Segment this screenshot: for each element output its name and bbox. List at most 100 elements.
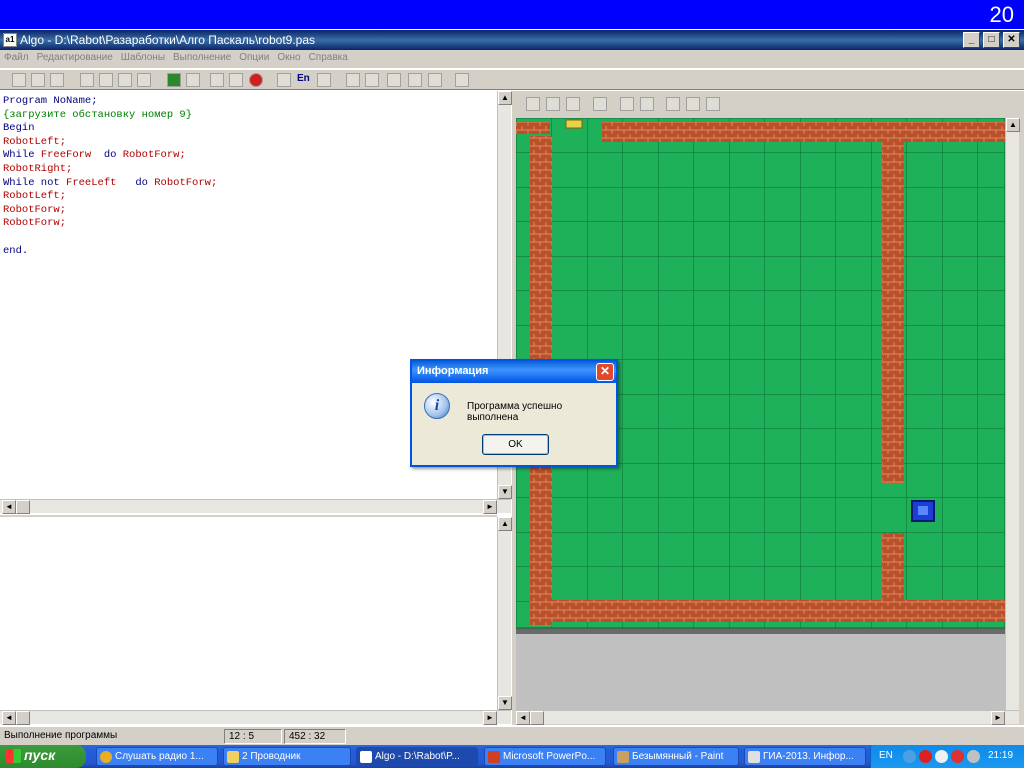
scroll-right-icon[interactable]: ► <box>991 711 1005 725</box>
field-new-icon[interactable] <box>526 97 540 111</box>
menu-help[interactable]: Справка <box>305 50 352 65</box>
arrow-right-icon[interactable] <box>706 97 720 111</box>
scroll-left-icon[interactable]: ◄ <box>516 711 530 725</box>
save-file-icon[interactable] <box>50 73 64 87</box>
taskbar-item[interactable]: Безымянный - Paint <box>613 747 739 766</box>
step-over-icon[interactable] <box>210 73 224 87</box>
paste-icon[interactable] <box>118 73 132 87</box>
language-toggle[interactable]: En <box>297 73 310 84</box>
code-line: RobotLeft; <box>3 190 67 203</box>
grid-icon[interactable] <box>317 73 331 87</box>
open-file-icon[interactable] <box>31 73 45 87</box>
status-text: Выполнение программы <box>4 730 118 741</box>
start-button[interactable]: пуск <box>0 745 86 768</box>
menu-run[interactable]: Выполнение <box>169 50 235 65</box>
field-icon[interactable] <box>277 73 291 87</box>
copy-icon[interactable] <box>99 73 113 87</box>
arrow-left-icon[interactable] <box>686 97 700 111</box>
app-icon[interactable]: a1 <box>3 33 17 47</box>
output-hscroll[interactable]: ◄ ► <box>0 710 511 725</box>
wall-icon[interactable] <box>620 97 634 111</box>
help-icon[interactable] <box>455 73 469 87</box>
new-file-icon[interactable] <box>12 73 26 87</box>
menu-templates[interactable]: Шаблоны <box>117 50 169 65</box>
menu-file[interactable]: Файл <box>0 50 33 65</box>
taskbar-item[interactable]: ГИА-2013. Инфор... <box>744 747 866 766</box>
code-line: RobotForw; <box>3 217 67 230</box>
opera-icon[interactable] <box>951 750 964 763</box>
ok-button[interactable]: OK <box>482 434 549 455</box>
panel2-icon[interactable] <box>387 73 401 87</box>
scroll-up-icon[interactable]: ▲ <box>498 517 512 531</box>
run-icon[interactable] <box>167 73 181 87</box>
target-marker <box>565 119 583 129</box>
code-token: While not <box>3 176 67 189</box>
taskbar-item[interactable]: Algo - D:\Rabot\P... <box>356 747 478 766</box>
scroll-thumb[interactable] <box>16 711 30 725</box>
code-token: FreeForw <box>40 149 104 162</box>
skype-icon[interactable] <box>903 750 916 763</box>
volume-icon[interactable] <box>967 750 980 763</box>
network-icon[interactable] <box>935 750 948 763</box>
hand-icon[interactable] <box>593 97 607 111</box>
windows-logo-icon <box>6 749 21 763</box>
scroll-up-icon[interactable]: ▲ <box>498 91 512 105</box>
scroll-down-icon[interactable]: ▼ <box>498 485 512 499</box>
panel4-icon[interactable] <box>428 73 442 87</box>
arrow-up-icon[interactable] <box>666 97 680 111</box>
editor-hscroll[interactable]: ◄ ► <box>0 499 511 514</box>
menu-edit[interactable]: Редактирование <box>33 50 117 65</box>
powerpoint-icon <box>488 751 500 763</box>
output-pane[interactable] <box>0 515 497 708</box>
scroll-up-icon[interactable]: ▲ <box>1006 118 1020 132</box>
antivirus-icon[interactable] <box>919 750 932 763</box>
output-vscroll[interactable]: ▲ ▼ <box>497 517 512 710</box>
maximize-button[interactable]: □ <box>983 32 1000 48</box>
scroll-down-icon[interactable]: ▼ <box>498 696 512 710</box>
chrome-icon <box>100 751 112 763</box>
step-icon[interactable] <box>186 73 200 87</box>
panel3-icon[interactable] <box>408 73 422 87</box>
field-vscroll[interactable]: ▲ <box>1005 118 1020 710</box>
cell-icon[interactable] <box>640 97 654 111</box>
wall <box>602 122 1005 142</box>
settings-icon[interactable] <box>346 73 360 87</box>
menu-window[interactable]: Окно <box>273 50 304 65</box>
scroll-thumb[interactable] <box>16 500 30 514</box>
dialog-close-button[interactable]: ✕ <box>596 363 614 381</box>
taskbar-item[interactable]: Microsoft PowerPo... <box>484 747 606 766</box>
scroll-left-icon[interactable]: ◄ <box>2 500 16 514</box>
scroll-left-icon[interactable]: ◄ <box>2 711 16 725</box>
panel-icon[interactable] <box>365 73 379 87</box>
scroll-right-icon[interactable]: ► <box>483 711 497 725</box>
code-line: Program NoName; <box>3 95 98 107</box>
minimize-button[interactable]: _ <box>963 32 980 48</box>
field-save-icon[interactable] <box>566 97 580 111</box>
find-icon[interactable] <box>137 73 151 87</box>
scroll-right-icon[interactable]: ► <box>483 500 497 514</box>
window-titlebar[interactable]: a1 Algo - D:\Rabot\Разаработки\Алго Паск… <box>0 30 1024 50</box>
trace-icon[interactable] <box>229 73 243 87</box>
field-open-icon[interactable] <box>546 97 560 111</box>
dialog-message: Программа успешно выполнена <box>467 401 563 423</box>
code-line: While FreeForw do RobotForw; <box>3 149 494 163</box>
stop-icon[interactable] <box>249 73 263 87</box>
field-empty-area <box>516 634 1005 710</box>
menu-bar: Файл Редактирование Шаблоны Выполнение Опции… <box>0 50 1024 68</box>
taskbar-item-label: 2 Проводник <box>242 751 301 762</box>
wall <box>882 138 904 483</box>
dialog-title[interactable]: Информация <box>412 361 616 383</box>
cut-icon[interactable] <box>80 73 94 87</box>
language-indicator[interactable]: EN <box>879 750 893 761</box>
field-hscroll[interactable]: ◄ ► <box>516 710 1019 725</box>
document-icon <box>748 751 760 763</box>
wall <box>530 600 1005 622</box>
menu-options[interactable]: Опции <box>235 50 273 65</box>
close-button[interactable]: ✕ <box>1003 32 1020 48</box>
taskbar-item[interactable]: Слушать радио 1... <box>96 747 218 766</box>
code-line: end. <box>3 244 29 257</box>
code-token: do <box>103 149 123 162</box>
scroll-thumb[interactable] <box>530 711 544 725</box>
taskbar-item[interactable]: 2 Проводник <box>223 747 351 766</box>
folder-icon <box>227 751 239 763</box>
